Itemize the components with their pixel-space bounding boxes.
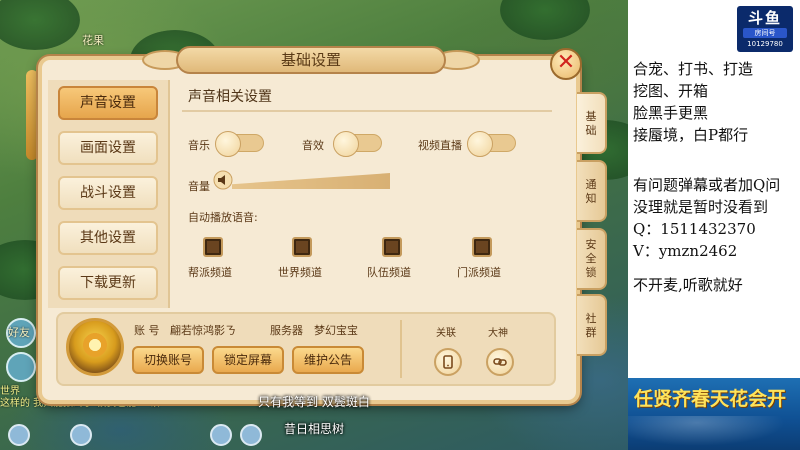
dialog-title: 基础设置 <box>176 46 446 74</box>
sidebar-item-other[interactable]: 其他设置 <box>58 221 158 255</box>
switch-account-button[interactable]: 切换账号 <box>132 346 204 374</box>
account-value: 翩若惊鸿影ㄋ <box>170 324 236 337</box>
note-line: 脸黑手更黑 <box>633 104 709 122</box>
tab-label: 基础 <box>577 110 605 138</box>
sfx-toggle[interactable] <box>333 131 382 157</box>
menu-icon[interactable] <box>6 352 36 382</box>
tab-char: 群 <box>585 326 597 339</box>
server-value: 梦幻宝宝 <box>314 324 358 337</box>
tab-char: 社 <box>585 312 597 325</box>
master-god-button[interactable] <box>486 348 514 376</box>
tab-label: 安全锁 <box>577 238 605 280</box>
world-channel-label: 世界频道 <box>278 266 322 279</box>
avatar-face <box>81 331 109 359</box>
note-line: Q：1511432370 <box>633 220 756 238</box>
sidebar-item-display[interactable]: 画面设置 <box>58 131 158 165</box>
tab-char: 基 <box>585 110 597 123</box>
tab-char: 础 <box>585 124 597 137</box>
divider <box>182 110 552 112</box>
live-video-toggle[interactable] <box>467 131 516 157</box>
link-account-label: 关联 <box>436 328 456 339</box>
friends-label: 好友 <box>8 326 30 339</box>
now-playing-song: 任贤齐春天花会开 <box>634 388 787 410</box>
sidebar-item-update[interactable]: 下载更新 <box>58 266 158 300</box>
note-spacer <box>633 146 798 174</box>
map-location-label: 花果 <box>82 34 104 47</box>
guild-channel-label: 帮派频道 <box>188 266 232 279</box>
link-account-button[interactable] <box>434 348 462 376</box>
sect-channel-label: 门派频道 <box>457 266 501 279</box>
sect-channel-checkbox[interactable] <box>472 237 492 257</box>
douyu-logo: 斗鱼 <box>747 9 782 27</box>
toggle-knob <box>215 131 241 157</box>
auto-play-label: 自动播放语音: <box>188 211 258 224</box>
divider <box>400 320 402 378</box>
phone-icon <box>443 355 453 369</box>
douyu-room-badge: 斗鱼 房间号 10129780 <box>737 6 793 52</box>
tassel-ornament <box>26 70 38 160</box>
tab-char: 全 <box>585 252 597 265</box>
lyrics-line-1: 只有我等到 双鬓斑白 <box>258 395 370 409</box>
music-banner: 任贤齐春天花会开 <box>628 378 800 450</box>
sidebar-item-battle[interactable]: 战斗设置 <box>58 176 158 210</box>
server-label: 服务器 <box>270 324 303 337</box>
tab-label: 社群 <box>577 312 605 340</box>
note-line: 合宠、打书、打造 <box>633 60 754 78</box>
lock-screen-button[interactable]: 锁定屏幕 <box>212 346 284 374</box>
toggle-knob <box>467 131 493 157</box>
avatar[interactable] <box>66 318 124 376</box>
note-line: 接蜃境，白P都行 <box>633 126 749 144</box>
tab-char: 锁 <box>585 266 597 279</box>
sfx-toggle-label: 音效 <box>302 139 324 152</box>
guild-channel-checkbox[interactable] <box>203 237 223 257</box>
banner-decoration <box>628 416 800 450</box>
tab-basic[interactable]: 基础 <box>577 92 607 154</box>
tab-label: 通知 <box>577 178 605 206</box>
tab-community[interactable]: 社群 <box>577 294 607 356</box>
tab-notify[interactable]: 通知 <box>577 160 607 222</box>
section-title: 声音相关设置 <box>188 89 272 105</box>
note-line: 挖图、开箱 <box>633 82 709 100</box>
link-icon <box>493 358 507 366</box>
room-number: 10129780 <box>747 40 783 48</box>
toggle-knob <box>333 131 359 157</box>
note-line: 有问题弹幕或者加Q问 <box>633 176 781 194</box>
world-channel-checkbox[interactable] <box>292 237 312 257</box>
account-label: 账 号 <box>134 324 160 337</box>
lyrics-line-2: 昔日相思树 <box>283 422 344 436</box>
tab-security-lock[interactable]: 安全锁 <box>577 228 607 290</box>
tab-char: 知 <box>585 192 597 205</box>
speaker-icon[interactable] <box>213 170 233 190</box>
sidebar-item-sound[interactable]: 声音设置 <box>58 86 158 120</box>
tab-char: 安 <box>585 238 597 251</box>
volume-label: 音量 <box>188 180 210 193</box>
note-line: V：ymzn2462 <box>633 242 738 260</box>
note-line: 不开麦,听歌就好 <box>633 276 743 294</box>
palm-tree <box>0 0 80 50</box>
team-channel-checkbox[interactable] <box>382 237 402 257</box>
music-toggle[interactable] <box>215 131 264 157</box>
live-video-toggle-label: 视频直播 <box>418 139 462 152</box>
streamer-notes: 合宠、打书、打造 挖图、开箱 脸黑手更黑 接蜃境，白P都行 有问题弹幕或者加Q问… <box>633 58 798 296</box>
note-spacer <box>633 262 798 274</box>
settings-sidebar: 声音设置 画面设置 战斗设置 其他设置 下载更新 <box>48 80 170 308</box>
close-button[interactable]: ✕ <box>550 48 582 80</box>
music-toggle-label: 音乐 <box>188 139 210 152</box>
tab-char: 通 <box>585 178 597 191</box>
master-god-label: 大神 <box>488 328 508 339</box>
palm-tree <box>500 0 590 40</box>
room-number-label: 房间号 <box>743 28 787 38</box>
maintenance-notice-button[interactable]: 维护公告 <box>292 346 364 374</box>
team-channel-label: 队伍频道 <box>367 266 411 279</box>
note-line: 没理就是暂时没看到 <box>633 198 769 216</box>
